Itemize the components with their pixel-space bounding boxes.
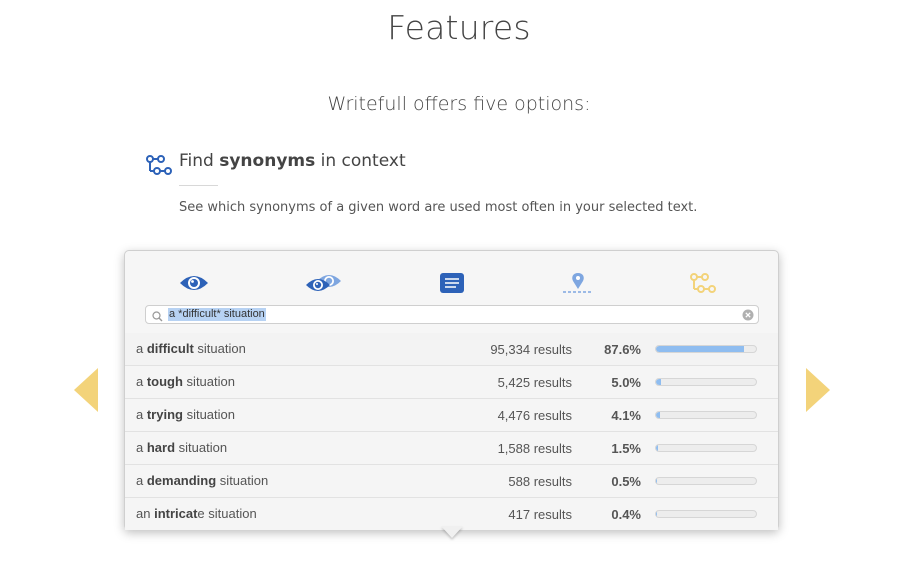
phrase-suffix: situation	[182, 374, 235, 389]
result-count: 5,425 results	[497, 375, 572, 390]
synonyms-icon[interactable]	[687, 269, 719, 297]
result-bar	[655, 411, 757, 419]
results-list: a difficult situation 95,334 results 87.…	[125, 333, 778, 530]
result-phrase: an intricate situation	[136, 506, 257, 521]
panel-pointer	[441, 526, 463, 538]
phrase-synonym: difficult	[146, 341, 194, 356]
phrase-suffix: situation	[193, 341, 246, 356]
search-input[interactable]: a *difficult* situation	[145, 305, 759, 324]
feature-heading-suffix: in context	[315, 151, 406, 171]
result-bar	[655, 477, 757, 485]
result-bar-fill	[656, 412, 661, 418]
phrase-synonym: tough	[146, 374, 183, 389]
feature-description: See which synonyms of a given word are u…	[179, 200, 698, 215]
result-row[interactable]: a tough situation 5,425 results 5.0%	[125, 366, 778, 399]
phrase-synonym: trying	[146, 407, 183, 422]
toolbar	[125, 261, 778, 301]
feature-heading-bold: synonyms	[219, 151, 316, 171]
phrase-suffix: e situation	[197, 506, 257, 521]
phrase-synonym: demanding	[146, 473, 217, 488]
synonyms-icon	[146, 154, 172, 181]
result-count: 95,334 results	[490, 342, 572, 357]
result-phrase: a hard situation	[136, 440, 227, 455]
next-arrow-icon[interactable]	[806, 368, 830, 417]
result-bar-fill	[656, 445, 658, 451]
location-icon[interactable]	[561, 269, 595, 297]
search-icon	[152, 309, 163, 327]
phrase-suffix: situation	[216, 473, 269, 488]
phrase-suffix: situation	[175, 440, 228, 455]
result-row[interactable]: a difficult situation 95,334 results 87.…	[125, 333, 778, 366]
phrase-prefix: a	[136, 374, 147, 389]
phrase-synonym: intricat	[154, 506, 198, 521]
result-bar-fill	[656, 478, 657, 484]
result-percent: 4.1%	[611, 408, 641, 423]
phrase-prefix: a	[136, 440, 147, 455]
result-count: 417 results	[508, 507, 572, 522]
previous-arrow-icon[interactable]	[74, 368, 98, 417]
phrase-suffix: situation	[182, 407, 236, 422]
result-bar-fill	[656, 346, 744, 352]
result-bar	[655, 378, 757, 386]
phrase-prefix: a	[136, 341, 147, 356]
result-bar-fill	[656, 379, 661, 385]
feature-heading-prefix: Find	[179, 151, 220, 171]
result-percent: 0.5%	[611, 474, 641, 489]
text-icon[interactable]	[436, 269, 468, 297]
result-bar	[655, 345, 757, 353]
phrase-prefix: a	[136, 407, 147, 422]
feature-heading: Find synonyms in context	[179, 151, 406, 171]
result-row[interactable]: a demanding situation 588 results 0.5%	[125, 465, 778, 498]
result-row[interactable]: a hard situation 1,588 results 1.5%	[125, 432, 778, 465]
app-panel: a *difficult* situation a difficult situ…	[124, 250, 779, 530]
phrase-synonym: hard	[146, 440, 176, 455]
result-phrase: a demanding situation	[136, 473, 268, 488]
result-percent: 87.6%	[604, 342, 641, 357]
result-count: 588 results	[508, 474, 572, 489]
result-bar	[655, 444, 757, 452]
result-count: 1,588 results	[497, 441, 572, 456]
section-subtitle: Writefull offers five options:	[327, 93, 591, 115]
result-percent: 5.0%	[611, 375, 641, 390]
feature-divider	[179, 185, 218, 186]
result-phrase: a trying situation	[136, 407, 235, 422]
phrase-prefix: a	[136, 473, 147, 488]
search-query[interactable]: a *difficult* situation	[168, 308, 266, 321]
clear-search-icon[interactable]	[742, 308, 754, 326]
result-percent: 1.5%	[611, 441, 641, 456]
result-row[interactable]: a trying situation 4,476 results 4.1%	[125, 399, 778, 432]
result-bar	[655, 510, 757, 518]
compare-icon[interactable]	[305, 269, 345, 297]
result-phrase: a difficult situation	[136, 341, 246, 356]
result-count: 4,476 results	[497, 408, 572, 423]
result-phrase: a tough situation	[136, 374, 235, 389]
page-title: Features	[387, 8, 531, 47]
result-percent: 0.4%	[611, 507, 641, 522]
eye-icon[interactable]	[178, 269, 210, 297]
phrase-prefix: an	[136, 506, 155, 521]
